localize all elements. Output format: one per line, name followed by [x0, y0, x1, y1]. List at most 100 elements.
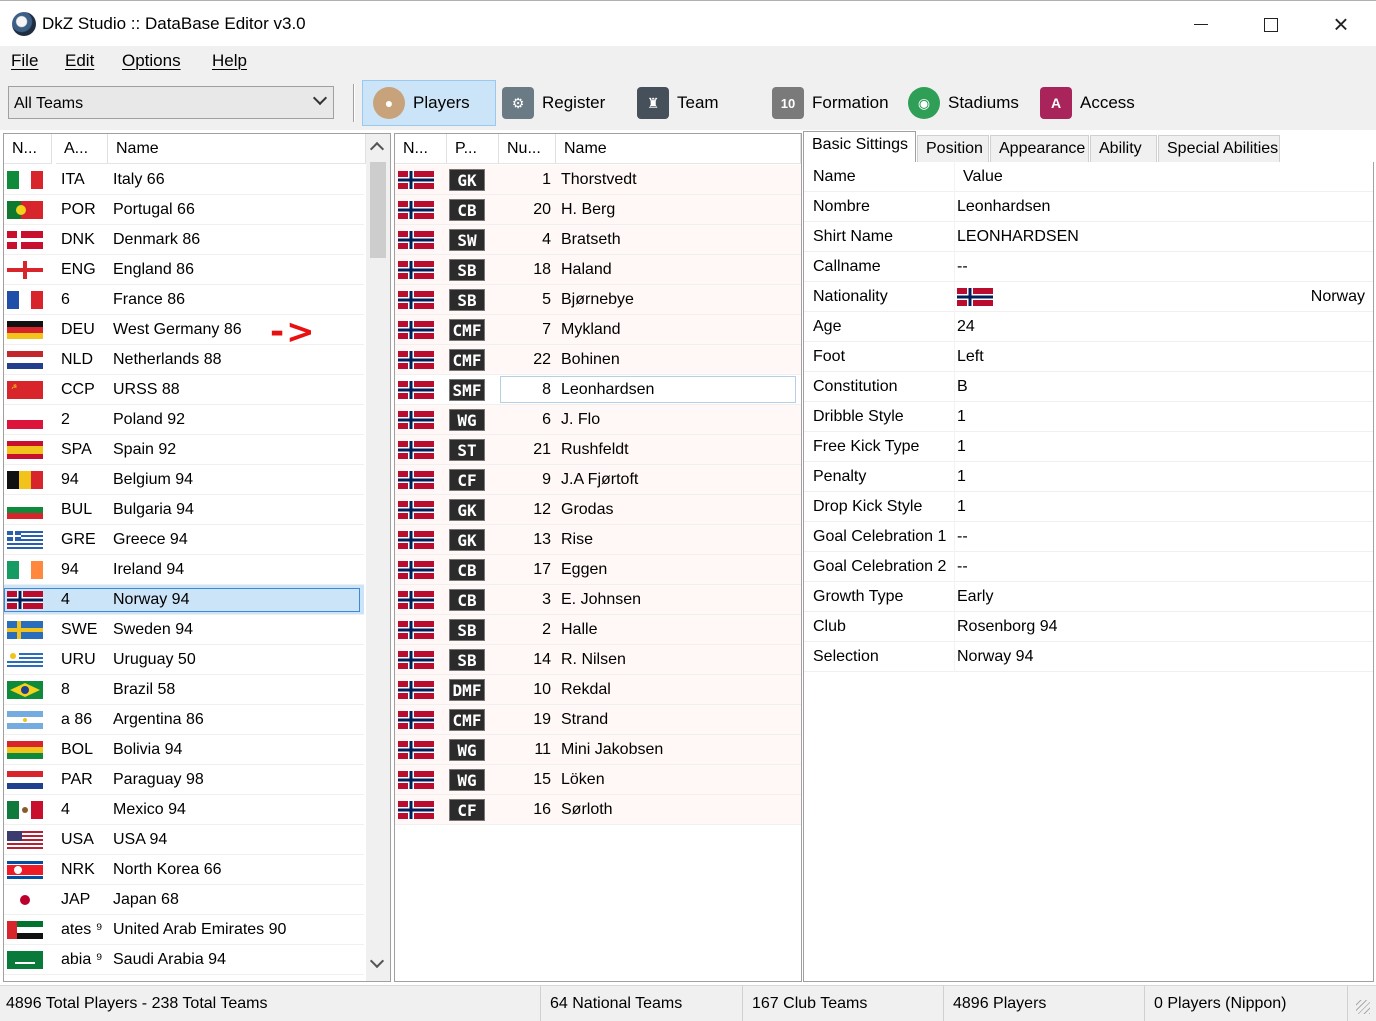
- detail-row[interactable]: Drop Kick Style 1: [804, 492, 1373, 522]
- player-row[interactable]: CF 16 Sørloth: [395, 795, 801, 825]
- col-header-name[interactable]: Name: [556, 134, 801, 164]
- team-row[interactable]: SPA Spain 92: [4, 435, 364, 465]
- register-button[interactable]: ⚙ Register: [502, 80, 622, 126]
- detail-value[interactable]: --: [957, 522, 968, 552]
- detail-row[interactable]: Penalty 1: [804, 462, 1373, 492]
- menu-edit[interactable]: Edit: [65, 51, 94, 71]
- player-row[interactable]: SB 2 Halle: [395, 615, 801, 645]
- team-button[interactable]: ♜ Team: [637, 80, 747, 126]
- detail-row[interactable]: Growth Type Early: [804, 582, 1373, 612]
- team-row[interactable]: ITA Italy 66: [4, 165, 364, 195]
- player-row[interactable]: CB 17 Eggen: [395, 555, 801, 585]
- detail-value[interactable]: Rosenborg 94: [957, 612, 1058, 642]
- minimize-button[interactable]: [1166, 1, 1236, 47]
- player-row[interactable]: CB 3 E. Johnsen: [395, 585, 801, 615]
- detail-row[interactable]: Foot Left: [804, 342, 1373, 372]
- scroll-down-icon[interactable]: [369, 953, 385, 969]
- tab-appearance[interactable]: Appearance: [990, 135, 1089, 162]
- player-row[interactable]: SW 4 Bratseth: [395, 225, 801, 255]
- team-row[interactable]: JAP Japan 68: [4, 885, 364, 915]
- player-row[interactable]: CMF 19 Strand: [395, 705, 801, 735]
- resize-grip-icon[interactable]: [1356, 1000, 1370, 1014]
- col-header-abbr[interactable]: A...: [56, 134, 108, 164]
- player-row[interactable]: CMF 22 Bohinen: [395, 345, 801, 375]
- team-row[interactable]: 8 Brazil 58: [4, 675, 364, 705]
- team-row[interactable]: 94 Belgium 94: [4, 465, 364, 495]
- player-row[interactable]: SB 14 R. Nilsen: [395, 645, 801, 675]
- tab-position[interactable]: Position: [917, 135, 989, 162]
- team-row[interactable]: GRE Greece 94: [4, 525, 364, 555]
- team-row[interactable]: URU Uruguay 50: [4, 645, 364, 675]
- detail-row[interactable]: Club Rosenborg 94: [804, 612, 1373, 642]
- detail-row[interactable]: Age 24: [804, 312, 1373, 342]
- team-row[interactable]: ☭ CCP URSS 88: [4, 375, 364, 405]
- tab-basic-sittings[interactable]: Basic Sittings: [803, 131, 916, 162]
- player-row[interactable]: WG 11 Mini Jakobsen: [395, 735, 801, 765]
- players-button[interactable]: ● Players: [362, 80, 496, 126]
- detail-value[interactable]: --: [957, 252, 968, 282]
- tab-special-abilities[interactable]: Special Abilities: [1158, 135, 1280, 162]
- detail-row[interactable]: Nombre Leonhardsen: [804, 192, 1373, 222]
- team-row[interactable]: DNK Denmark 86: [4, 225, 364, 255]
- detail-value[interactable]: Norway: [1311, 282, 1365, 312]
- col-header-number[interactable]: Nu...: [499, 134, 556, 164]
- player-row[interactable]: CMF 7 Mykland: [395, 315, 801, 345]
- detail-value[interactable]: 1: [957, 402, 966, 432]
- detail-value[interactable]: 1: [957, 432, 966, 462]
- scroll-thumb[interactable]: [370, 162, 386, 258]
- detail-value[interactable]: Early: [957, 582, 993, 612]
- team-row[interactable]: POR Portugal 66: [4, 195, 364, 225]
- detail-value[interactable]: 24: [957, 312, 975, 342]
- detail-row[interactable]: Selection Norway 94: [804, 642, 1373, 672]
- menu-options[interactable]: Options: [122, 51, 181, 71]
- detail-row[interactable]: Goal Celebration 1 --: [804, 522, 1373, 552]
- detail-row[interactable]: Callname --: [804, 252, 1373, 282]
- team-row[interactable]: SWE Sweden 94: [4, 615, 364, 645]
- maximize-button[interactable]: [1236, 1, 1306, 47]
- tab-ability[interactable]: Ability: [1090, 135, 1157, 162]
- detail-value[interactable]: LEONHARDSEN: [957, 222, 1079, 252]
- team-row[interactable]: PAR Paraguay 98: [4, 765, 364, 795]
- stadiums-button[interactable]: ◉ Stadiums: [908, 80, 1033, 126]
- team-row[interactable]: a 86 Argentina 86: [4, 705, 364, 735]
- detail-value[interactable]: 1: [957, 492, 966, 522]
- player-row[interactable]: ST 21 Rushfeldt: [395, 435, 801, 465]
- team-row[interactable]: ates ⁹ United Arab Emirates 90: [4, 915, 364, 945]
- team-row[interactable]: BUL Bulgaria 94: [4, 495, 364, 525]
- player-row[interactable]: GK 12 Grodas: [395, 495, 801, 525]
- col-header-nation[interactable]: N...: [4, 134, 52, 164]
- detail-value[interactable]: B: [957, 372, 968, 402]
- player-row[interactable]: SMF 8 Leonhardsen: [395, 375, 801, 405]
- scroll-up-icon[interactable]: [369, 141, 385, 157]
- team-row[interactable]: 94 Ireland 94: [4, 555, 364, 585]
- formation-button[interactable]: 10 Formation: [772, 80, 902, 126]
- player-row[interactable]: CF 9 J.A Fjørtoft: [395, 465, 801, 495]
- detail-row[interactable]: Nationality Norway: [804, 282, 1373, 312]
- player-row[interactable]: WG 6 J. Flo: [395, 405, 801, 435]
- detail-value[interactable]: --: [957, 552, 968, 582]
- player-row[interactable]: WG 15 Löken: [395, 765, 801, 795]
- detail-row[interactable]: Free Kick Type 1: [804, 432, 1373, 462]
- col-header-position[interactable]: P...: [447, 134, 499, 164]
- detail-value[interactable]: 1: [957, 462, 966, 492]
- team-row[interactable]: abia ⁹ Saudi Arabia 94: [4, 945, 364, 975]
- player-row[interactable]: DMF 10 Rekdal: [395, 675, 801, 705]
- teams-scrollbar[interactable]: [366, 134, 390, 981]
- detail-value[interactable]: Left: [957, 342, 984, 372]
- access-button[interactable]: A Access: [1040, 80, 1150, 126]
- col-header-nation[interactable]: N...: [395, 134, 447, 164]
- team-row[interactable]: USA USA 94: [4, 825, 364, 855]
- player-row[interactable]: CB 20 H. Berg: [395, 195, 801, 225]
- close-button[interactable]: ×: [1306, 1, 1376, 47]
- team-row[interactable]: 2 Poland 92: [4, 405, 364, 435]
- player-row[interactable]: SB 18 Haland: [395, 255, 801, 285]
- team-row[interactable]: ENG England 86: [4, 255, 364, 285]
- detail-row[interactable]: Shirt Name LEONHARDSEN: [804, 222, 1373, 252]
- detail-value[interactable]: Leonhardsen: [957, 192, 1050, 222]
- menu-help[interactable]: Help: [212, 51, 247, 71]
- team-row[interactable]: NRK North Korea 66: [4, 855, 364, 885]
- menu-file[interactable]: File: [11, 51, 38, 71]
- detail-row[interactable]: Constitution B: [804, 372, 1373, 402]
- teams-list[interactable]: N... A... Name ITA Italy 66 POR Portugal 66…: [3, 133, 391, 982]
- players-list[interactable]: N... P... Nu... Name GK 1 Thorstvedt CB 20 H.…: [394, 133, 802, 982]
